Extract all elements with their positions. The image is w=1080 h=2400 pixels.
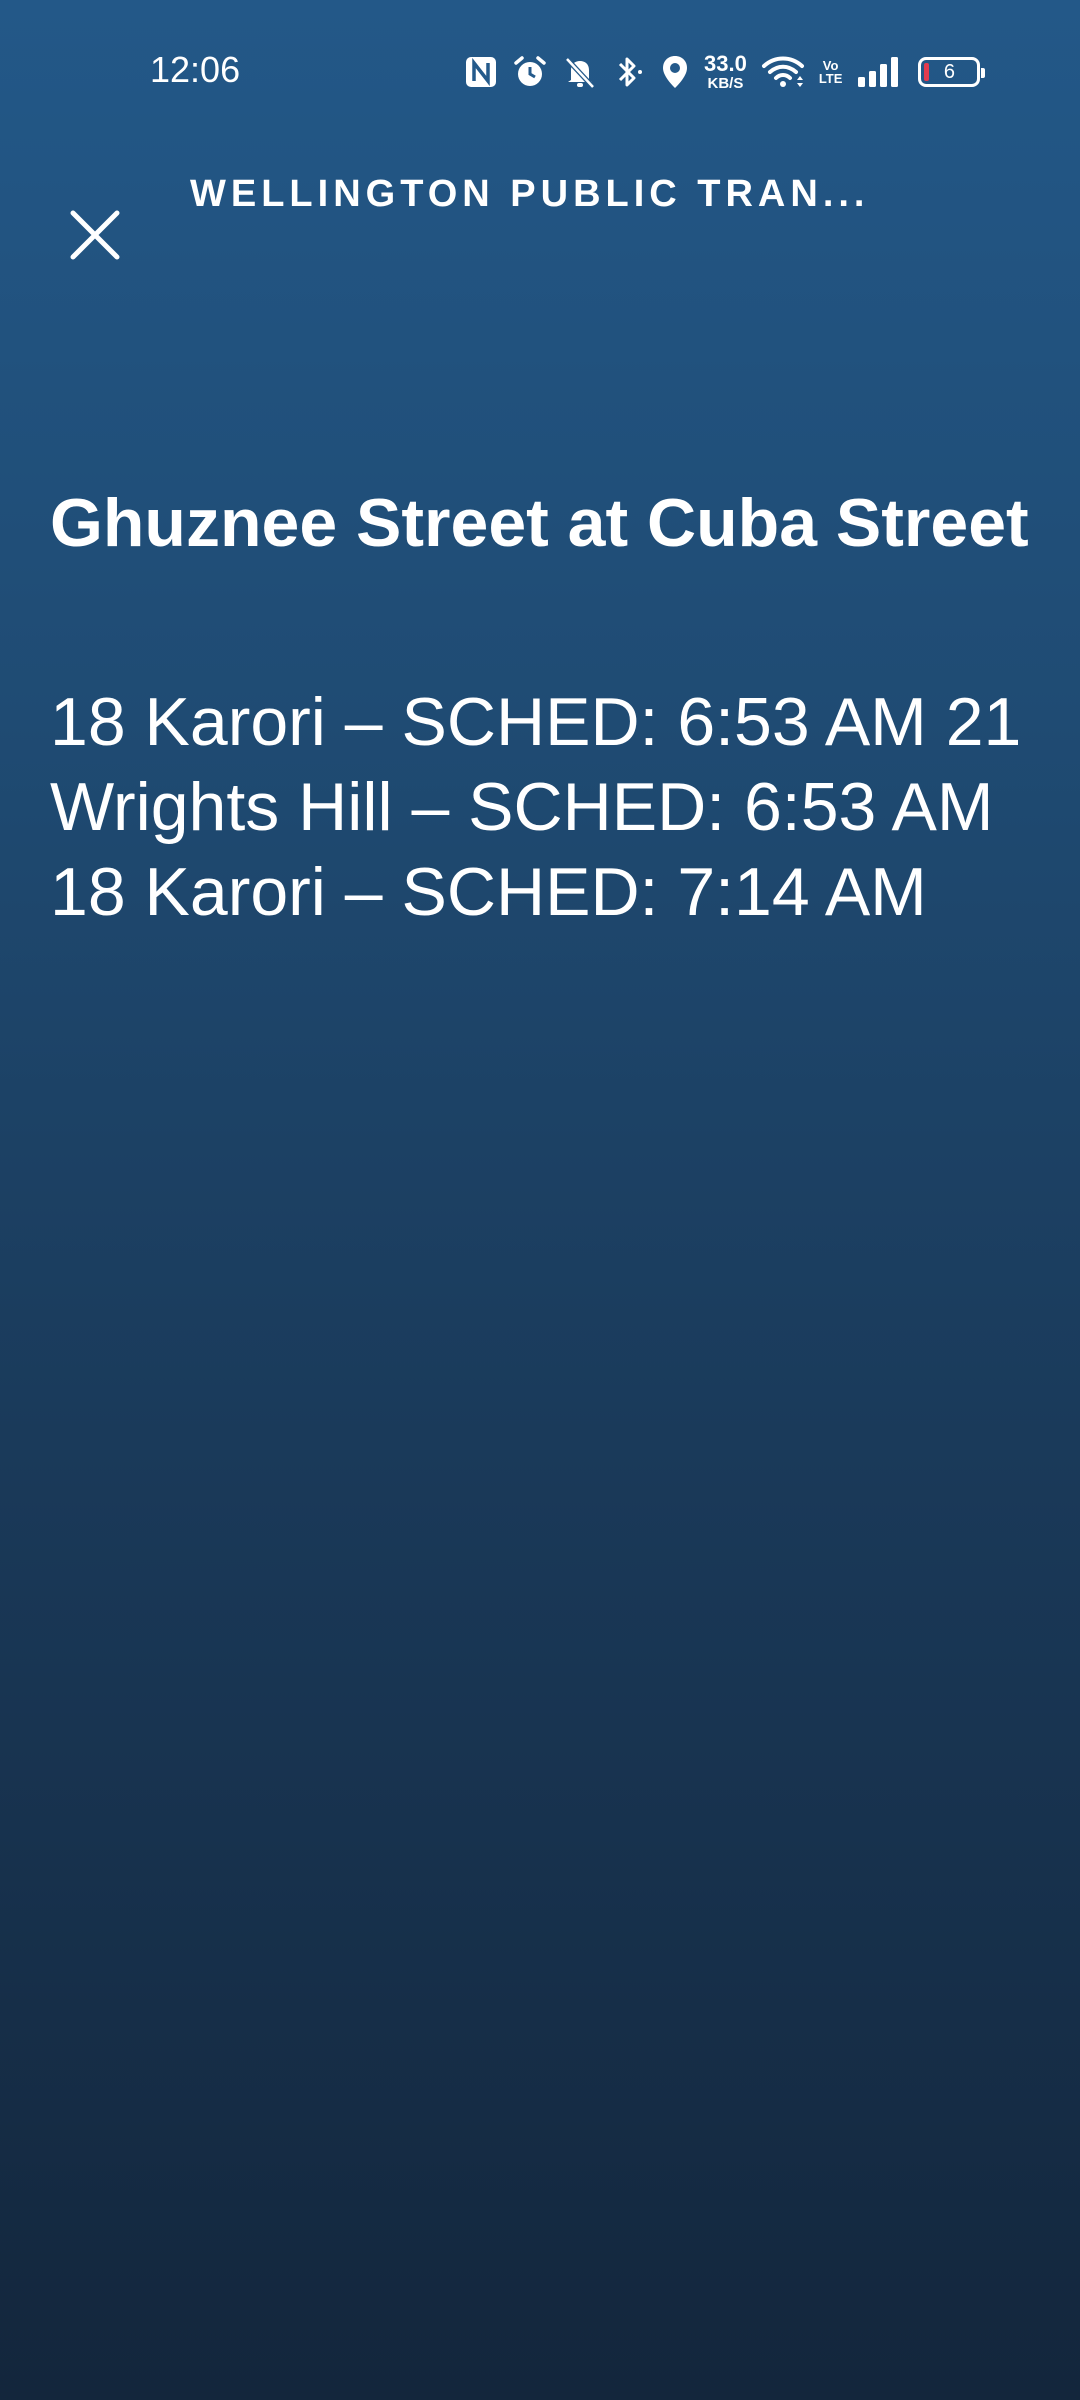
battery-level: 6 [943,60,955,83]
bell-muted-icon [562,54,598,90]
network-speed-unit: KB/S [707,75,744,92]
location-icon [660,54,690,90]
network-speed: 33.0 KB/S [704,51,747,92]
volte-indicator: Vo LTE [819,59,843,85]
close-icon [70,210,120,260]
battery-icon: 6 [918,57,986,87]
status-bar: 12:06 33.0 KB/S Vo LTE 6 [0,0,1080,140]
bluetooth-icon [612,54,646,90]
signal-icon [856,55,900,89]
page-title: WELLINGTON PUBLIC TRAN... [190,173,870,215]
stop-title: Ghuznee Street at Cuba Street [50,485,1029,561]
close-button[interactable] [60,200,130,270]
volte-bottom: LTE [818,71,843,86]
network-speed-value: 33.0 [704,51,747,76]
wifi-icon [761,54,805,90]
status-icons: 33.0 KB/S Vo LTE 6 [464,48,986,96]
battery-level-bar [924,63,930,81]
status-time: 12:06 [150,49,241,90]
alarm-icon [512,54,548,90]
nfc-icon [464,55,498,89]
departures-list: 18 Karori – SCHED: 6:53 AM 21 Wrights Hi… [50,684,1022,930]
